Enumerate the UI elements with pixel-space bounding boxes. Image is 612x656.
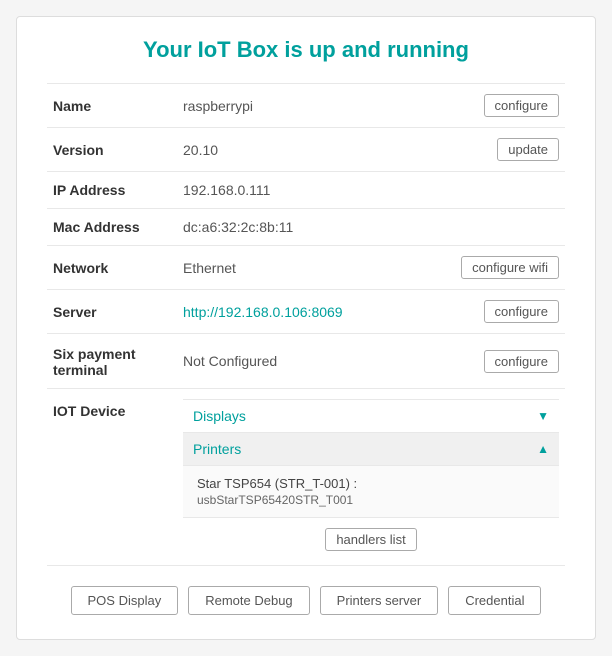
- server-link[interactable]: http://192.168.0.106:8069: [183, 304, 343, 320]
- payment-label: Six payment terminal: [47, 334, 177, 389]
- configure-wifi-button[interactable]: configure wifi: [461, 256, 559, 279]
- printer-name: Star TSP654 (STR_T-001) :: [197, 476, 545, 491]
- printer-detail: Star TSP654 (STR_T-001) : usbStarTSP6542…: [183, 466, 559, 518]
- credential-button[interactable]: Credential: [448, 586, 541, 615]
- update-button[interactable]: update: [497, 138, 559, 161]
- version-row: Version 20.10 update: [47, 128, 565, 172]
- name-label: Name: [47, 84, 177, 128]
- server-label: Server: [47, 290, 177, 334]
- displays-label: Displays: [193, 408, 246, 424]
- version-value: 20.10: [183, 142, 218, 158]
- network-label: Network: [47, 246, 177, 290]
- name-value-cell: raspberrypi configure: [177, 84, 565, 128]
- ip-row: IP Address 192.168.0.111: [47, 172, 565, 209]
- pos-display-button[interactable]: POS Display: [71, 586, 179, 615]
- handlers-btn-row: handlers list: [183, 518, 559, 555]
- page-title: Your IoT Box is up and running: [47, 37, 565, 63]
- payment-value: Not Configured: [183, 353, 277, 369]
- iot-device-cell: Displays ▼ Printers ▲ Star TSP654 (STR_T…: [177, 389, 565, 566]
- remote-debug-button[interactable]: Remote Debug: [188, 586, 309, 615]
- ip-label: IP Address: [47, 172, 177, 209]
- version-value-cell: 20.10 update: [177, 128, 565, 172]
- mac-label: Mac Address: [47, 209, 177, 246]
- info-table: Name raspberrypi configure Version 20.10…: [47, 83, 565, 566]
- payment-value-cell: Not Configured configure: [177, 334, 565, 389]
- mac-row: Mac Address dc:a6:32:2c:8b:11: [47, 209, 565, 246]
- mac-value: dc:a6:32:2c:8b:11: [177, 209, 565, 246]
- iot-box-card: Your IoT Box is up and running Name rasp…: [16, 16, 596, 640]
- printers-server-button[interactable]: Printers server: [320, 586, 439, 615]
- network-value-cell: Ethernet configure wifi: [177, 246, 565, 290]
- printers-label: Printers: [193, 441, 241, 457]
- version-label: Version: [47, 128, 177, 172]
- server-value-cell: http://192.168.0.106:8069 configure: [177, 290, 565, 334]
- printer-id: usbStarTSP65420STR_T001: [197, 493, 545, 507]
- name-value: raspberrypi: [183, 98, 253, 114]
- ip-value: 192.168.0.111: [177, 172, 565, 209]
- iot-device-label: IOT Device: [47, 389, 177, 566]
- displays-dropdown[interactable]: Displays ▼: [183, 399, 559, 433]
- displays-arrow: ▼: [537, 409, 549, 423]
- payment-configure-button[interactable]: configure: [484, 350, 559, 373]
- printers-arrow: ▲: [537, 442, 549, 456]
- printers-dropdown[interactable]: Printers ▲: [183, 433, 559, 466]
- server-configure-button[interactable]: configure: [484, 300, 559, 323]
- server-row: Server http://192.168.0.106:8069 configu…: [47, 290, 565, 334]
- configure-name-button[interactable]: configure: [484, 94, 559, 117]
- network-value: Ethernet: [183, 260, 236, 276]
- name-row: Name raspberrypi configure: [47, 84, 565, 128]
- footer-buttons: POS Display Remote Debug Printers server…: [47, 586, 565, 615]
- network-row: Network Ethernet configure wifi: [47, 246, 565, 290]
- payment-row: Six payment terminal Not Configured conf…: [47, 334, 565, 389]
- iot-device-row: IOT Device Displays ▼ Printers ▲ Star TS…: [47, 389, 565, 566]
- handlers-list-button[interactable]: handlers list: [325, 528, 416, 551]
